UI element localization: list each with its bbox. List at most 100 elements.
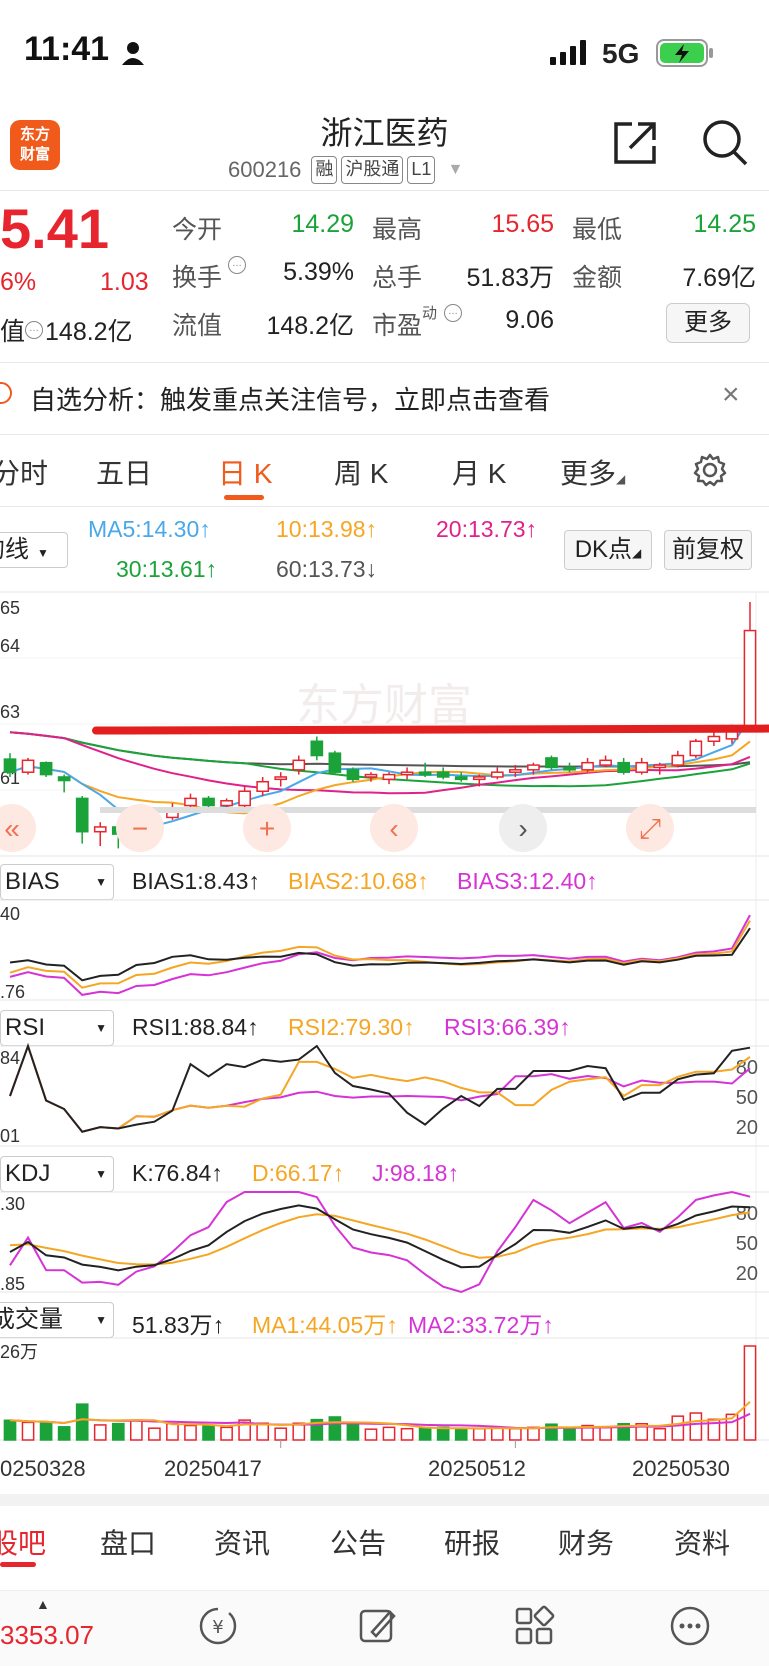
volume-bar [725, 1413, 739, 1441]
volume-bar [743, 1345, 757, 1441]
banner-text[interactable]: 自选分析：触发重点关注信号，立即点击查看 [30, 380, 550, 417]
chart-control-icon: ⤢ [639, 813, 661, 844]
chart-control-button[interactable] [0, 804, 36, 852]
volume-select[interactable]: 成交量 ▼ [0, 1302, 114, 1338]
quote-label: 流值 [172, 312, 223, 340]
more-button[interactable]: 更多 [666, 303, 750, 343]
date-label-4: 20250530 [632, 1456, 730, 1481]
candle-body [111, 826, 125, 835]
kdj-level-label: 20 [736, 1263, 758, 1285]
candle-body [166, 807, 179, 819]
trade-icon[interactable]: ¥ [196, 1604, 240, 1648]
chart-control-button[interactable] [499, 804, 547, 852]
signal-icon [550, 40, 586, 65]
info-icon[interactable]: … [25, 320, 44, 339]
ma-legend-arrow: ↓ [365, 556, 378, 582]
volume-bar [57, 1426, 71, 1441]
bias-legend-text: BIAS3:12.40 [457, 868, 587, 894]
share-icon[interactable] [610, 118, 660, 168]
kdj-legend-text: J:98.18 [372, 1160, 448, 1186]
ma-legend-text: 60:13.73 [276, 556, 366, 582]
quote-label: 最低 [572, 216, 623, 244]
date-label-2: 20250417 [164, 1456, 262, 1481]
volume-bar [202, 1424, 215, 1441]
rsi-legend-arrow: ↑ [559, 1014, 571, 1040]
bias-select-label: BIAS [5, 868, 60, 895]
apps-icon[interactable] [512, 1604, 556, 1648]
tab-daily-k[interactable]: 日 K [218, 452, 272, 492]
ma-legend-text: 20:13.73 [436, 516, 526, 542]
candle-body [599, 759, 612, 766]
candle-body [707, 735, 721, 743]
tab-orderbook[interactable]: 盘口 [100, 1522, 156, 1562]
volume-axis-top: 26万 [0, 1342, 38, 1362]
ma-select[interactable]: 均线 ▼ [0, 532, 68, 568]
rsi-legend-text: RSI1:88.84 [132, 1014, 248, 1040]
chart-control-button[interactable] [243, 804, 291, 852]
rsi-legend-item: RSI2:79.30↑ [288, 1014, 415, 1041]
rsi-select[interactable]: RSI ▼ [0, 1010, 114, 1046]
tab-weekly-k[interactable]: 周 K [334, 452, 388, 492]
kdj-legend-text: K:76.84 [132, 1160, 212, 1186]
kdj-select[interactable]: KDJ ▼ [0, 1156, 114, 1192]
volume-bar [166, 1422, 179, 1441]
kline-chart[interactable]: 65 64 63 61 60 东方财富 « − + ‹ › ⤢ 40 .76 84 01 80 50 20 .30 .8… [0, 0, 769, 1666]
tab-forum[interactable]: 股吧 [0, 1522, 46, 1562]
info-icon[interactable]: … [444, 304, 462, 322]
stock-subline: 600216 融 沪股通 L1 ▼ [228, 156, 463, 184]
chevron-down-icon: ▼ [95, 1313, 107, 1327]
tab-monthly-k[interactable]: 月 K [452, 452, 506, 492]
price-axis-label: 63 [0, 702, 20, 722]
volume-legend-item: 51.83万↑ [132, 1306, 224, 1340]
bias-axis-bottom: .76 [0, 982, 25, 1002]
candle-body [581, 761, 594, 771]
volume-bar [184, 1424, 197, 1441]
divider [0, 190, 769, 191]
tab-finance[interactable]: 财务 [558, 1522, 614, 1562]
bias-select[interactable]: BIAS ▼ [0, 864, 114, 900]
volume-bar [545, 1423, 558, 1441]
tab-intraday[interactable]: 分时 [0, 452, 48, 492]
ma60-line [9, 731, 751, 768]
tab-profile[interactable]: 资料 [674, 1522, 730, 1562]
volume-bar [599, 1426, 612, 1441]
volume-bar [581, 1424, 594, 1441]
info-icon[interactable]: … [228, 256, 246, 274]
chart-control-button[interactable] [370, 804, 418, 852]
post-icon[interactable] [356, 1604, 400, 1648]
ma-legend-arrow: ↑ [199, 516, 211, 542]
k-line [9, 1204, 751, 1272]
search-icon[interactable] [700, 118, 750, 168]
quote-label: 市盈 [372, 312, 423, 340]
more-dots-icon[interactable] [668, 1604, 712, 1648]
chart-control-button[interactable] [116, 804, 164, 852]
price-axis-label: 64 [0, 636, 20, 656]
close-icon[interactable]: × [722, 380, 752, 410]
tab-five-day[interactable]: 五日 [96, 452, 152, 492]
quote-label-sup: 动 [422, 305, 438, 322]
tab-more[interactable]: 更多◢ [560, 452, 625, 492]
adjust-button[interactable]: 前复权 [664, 530, 752, 570]
divider [0, 362, 769, 363]
candle-body [328, 752, 342, 773]
tab-research[interactable]: 研报 [444, 1522, 500, 1562]
status-time: 11:41 [24, 30, 110, 68]
volume-bar [129, 1419, 143, 1441]
tab-announcements[interactable]: 公告 [330, 1522, 386, 1562]
candle-body [671, 754, 685, 766]
rsi1-line [9, 1042, 751, 1133]
chevron-down-icon[interactable]: ▼ [447, 161, 463, 179]
candle-body [509, 769, 522, 773]
tab-news[interactable]: 资讯 [214, 1522, 270, 1562]
candle-body [148, 819, 161, 823]
volume-bar [310, 1418, 324, 1441]
gear-icon[interactable] [692, 452, 728, 488]
quote-label: 今开 [172, 216, 223, 244]
ma-legend-item: MA5:14.30↑ [88, 516, 211, 543]
price-axis-label: 60 [0, 834, 20, 854]
chart-control-button[interactable] [626, 804, 674, 852]
bias-legend-arrow: ↑ [248, 868, 260, 894]
index-value[interactable]: 3353.07 [0, 1620, 94, 1651]
dk-point-button[interactable]: DK点◢ [564, 530, 652, 570]
volume-bar [527, 1426, 540, 1441]
